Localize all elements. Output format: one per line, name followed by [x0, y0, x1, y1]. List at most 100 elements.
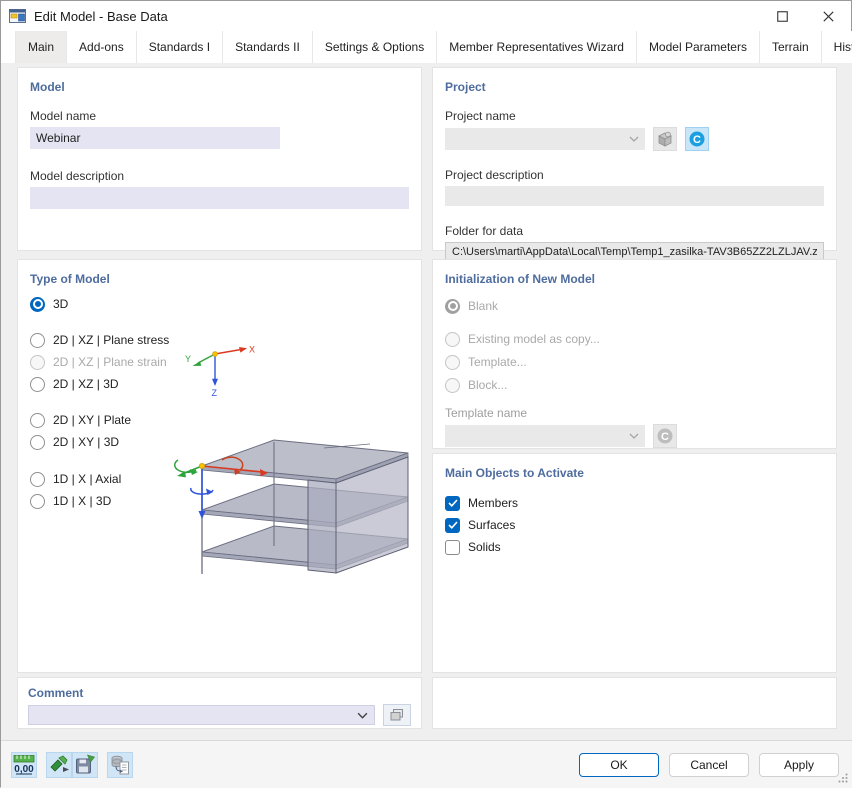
svg-text:X: X — [249, 345, 255, 355]
project-description-input — [445, 186, 824, 206]
radio-circle — [445, 332, 460, 347]
tab-member-representatives-wizard[interactable]: Member Representatives Wizard — [437, 31, 637, 63]
window-title: Edit Model - Base Data — [34, 9, 168, 24]
radio-circle — [445, 355, 460, 370]
tab-add-ons[interactable]: Add-ons — [67, 31, 137, 63]
units-settings-button[interactable]: 0,00 — [11, 752, 37, 778]
radio-3d[interactable]: 3D — [30, 295, 409, 313]
folder-for-data-label: Folder for data — [445, 224, 824, 238]
radio-circle — [30, 494, 45, 509]
title-bar[interactable]: Edit Model - Base Data — [1, 1, 851, 31]
edit-model-dialog: Edit Model - Base Data Main Add-ons Stan… — [0, 0, 852, 787]
project-heading: Project — [445, 80, 824, 94]
stamp-icon — [48, 754, 70, 776]
model-heading: Model — [30, 80, 409, 94]
radio-circle — [30, 297, 45, 312]
radio-template: Template... — [445, 353, 824, 371]
template-name-label: Template name — [445, 406, 824, 420]
check-icon — [448, 521, 458, 529]
copy-from-model-button[interactable] — [107, 752, 133, 778]
checkbox-members[interactable]: Members — [445, 494, 824, 512]
model-panel: Model Model name Model description — [17, 67, 422, 251]
project-archive-button — [653, 127, 677, 151]
radio-circle — [30, 355, 45, 370]
main-objects-panel: Main Objects to Activate Members Surface… — [432, 453, 837, 673]
radio-existing-model-as-copy: Existing model as copy... — [445, 330, 824, 348]
tab-history[interactable]: History — [822, 31, 852, 63]
model-structure-illustration — [174, 426, 418, 578]
checkbox-box — [445, 496, 460, 511]
initialization-panel: Initialization of New Model Blank Existi… — [432, 259, 837, 449]
maximize-icon — [777, 11, 788, 22]
project-name-dropdown — [445, 128, 645, 150]
radio-blank: Blank — [445, 297, 824, 315]
ok-button[interactable]: OK — [579, 753, 659, 777]
chevron-down-icon — [357, 712, 368, 719]
tab-main[interactable]: Main — [15, 31, 67, 63]
chevron-down-icon — [629, 433, 639, 439]
footer-bar: 0,00 — [1, 741, 852, 788]
radio-circle — [30, 333, 45, 348]
main-objects-heading: Main Objects to Activate — [445, 466, 824, 480]
initialization-heading: Initialization of New Model — [445, 272, 824, 286]
tab-model-parameters[interactable]: Model Parameters — [637, 31, 760, 63]
type-of-model-panel: Type of Model 3D 2D | XZ | Plane stress … — [17, 259, 422, 673]
svg-text:0,00: 0,00 — [14, 764, 34, 775]
radio-circle — [445, 299, 460, 314]
close-button[interactable] — [805, 1, 851, 31]
dialog-content: Model Model name Model description Proje… — [1, 63, 852, 741]
template-name-dropdown — [445, 425, 645, 447]
save-as-template-button[interactable] — [72, 752, 98, 778]
tab-bar: Main Add-ons Standards I Standards II Se… — [1, 31, 851, 63]
tab-standards-1[interactable]: Standards I — [137, 31, 223, 63]
radio-circle — [30, 413, 45, 428]
project-name-label: Project name — [445, 109, 824, 123]
checkbox-solids[interactable]: Solids — [445, 538, 824, 556]
database-copy-icon — [109, 754, 131, 776]
template-manager-icon: C — [656, 427, 674, 445]
comment-combobox[interactable] — [28, 705, 375, 725]
copy-icon — [389, 708, 405, 722]
comment-panel: Comment — [17, 677, 422, 729]
svg-text:Y: Y — [185, 354, 191, 364]
project-manager-button[interactable]: C — [685, 127, 709, 151]
checkbox-box — [445, 518, 460, 533]
project-panel: Project Project name — [432, 67, 837, 251]
radio-circle — [30, 435, 45, 450]
tab-standards-2[interactable]: Standards II — [223, 31, 313, 63]
type-of-model-heading: Type of Model — [30, 272, 409, 286]
save-icon — [74, 754, 96, 776]
chevron-down-icon — [629, 136, 639, 142]
comment-heading: Comment — [28, 686, 411, 700]
checkbox-surfaces[interactable]: Surfaces — [445, 516, 824, 534]
tab-terrain[interactable]: Terrain — [760, 31, 822, 63]
app-icon — [9, 8, 27, 24]
tab-settings-options[interactable]: Settings & Options — [313, 31, 437, 63]
model-name-input[interactable] — [30, 127, 280, 149]
check-icon — [448, 499, 458, 507]
radio-block: Block... — [445, 376, 824, 394]
set-as-default-button[interactable] — [46, 752, 72, 778]
project-manager-icon: C — [688, 130, 706, 148]
comment-copy-button[interactable] — [383, 704, 411, 726]
resize-grip[interactable] — [838, 773, 848, 783]
checkbox-box — [445, 540, 460, 555]
cancel-button[interactable]: Cancel — [669, 753, 749, 777]
svg-text:C: C — [693, 134, 701, 146]
apply-button[interactable]: Apply — [759, 753, 839, 777]
template-manager-button: C — [653, 424, 677, 448]
svg-text:C: C — [661, 431, 669, 443]
maximize-button[interactable] — [759, 1, 805, 31]
model-description-input[interactable] — [30, 187, 409, 209]
radio-circle — [30, 377, 45, 392]
radio-circle — [30, 472, 45, 487]
model-description-label: Model description — [30, 169, 409, 183]
units-icon: 0,00 — [12, 753, 36, 777]
svg-text:Z: Z — [212, 388, 218, 398]
radio-circle — [445, 378, 460, 393]
model-name-label: Model name — [30, 109, 409, 123]
axis-triad-icon: X Y Z — [185, 340, 257, 398]
project-description-label: Project description — [445, 168, 824, 182]
archive-box-icon — [656, 130, 674, 148]
close-icon — [823, 11, 834, 22]
